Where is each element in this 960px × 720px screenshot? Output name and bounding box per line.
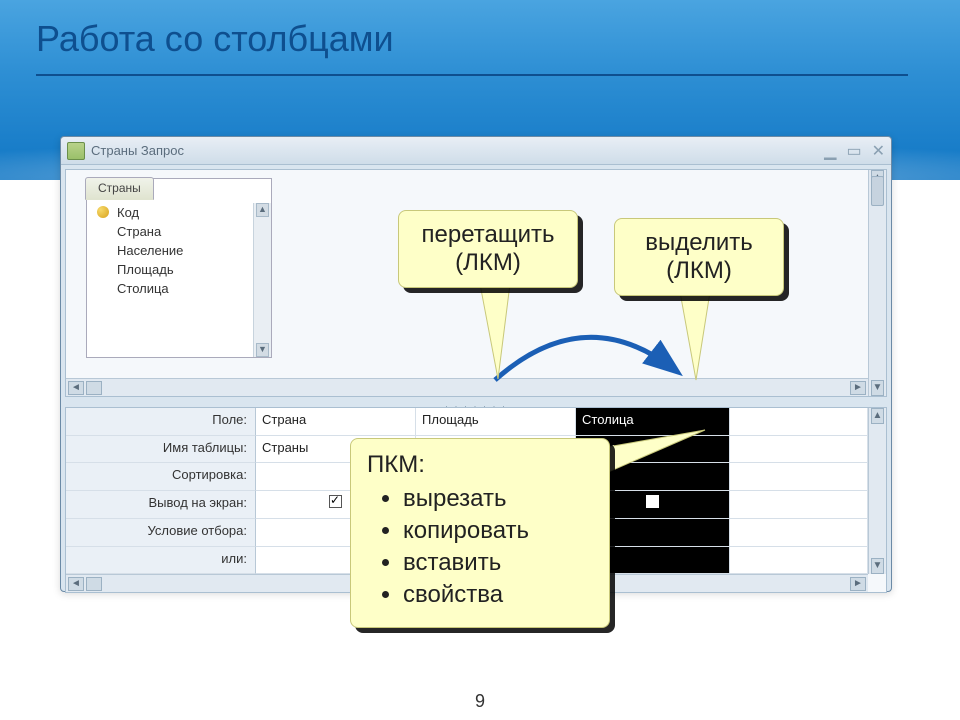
grid-row-label: Сортировка: bbox=[66, 463, 256, 491]
titlebar: Страны Запрос ▁ ▭ ✕ bbox=[61, 137, 891, 165]
callout-text: (ЛКМ) bbox=[417, 249, 559, 277]
callout-text: перетащить bbox=[417, 221, 559, 249]
scroll-down-icon[interactable]: ▼ bbox=[871, 380, 884, 396]
grid-cell-empty[interactable] bbox=[730, 408, 868, 436]
table-source-tab[interactable]: Страны bbox=[85, 177, 154, 200]
grid-cell-empty[interactable] bbox=[730, 491, 868, 520]
callout-context-menu: ПКМ: вырезать копировать вставить свойст… bbox=[350, 438, 610, 628]
pane-vertical-scrollbar[interactable]: ▲ ▼ bbox=[868, 170, 886, 396]
scroll-left-icon[interactable]: ◄ bbox=[68, 577, 84, 591]
scroll-right-icon[interactable]: ► bbox=[850, 381, 866, 395]
callout-menu-item: вставить bbox=[403, 547, 593, 579]
callout-text: выделить bbox=[633, 229, 765, 257]
field-item[interactable]: Столица bbox=[93, 279, 249, 298]
scroll-down-icon[interactable]: ▼ bbox=[256, 343, 269, 357]
field-item-key[interactable]: Код bbox=[93, 203, 249, 222]
window-icon bbox=[67, 142, 85, 160]
grid-cell-field[interactable]: Страна bbox=[256, 408, 416, 436]
scroll-track-icon[interactable] bbox=[86, 577, 102, 591]
grid-cell-empty[interactable] bbox=[730, 436, 868, 464]
field-item[interactable]: Страна bbox=[93, 222, 249, 241]
grid-vertical-scrollbar[interactable]: ▲ ▼ bbox=[868, 408, 886, 574]
maximize-button[interactable]: ▭ bbox=[846, 141, 861, 161]
callout-pointer-icon bbox=[480, 284, 520, 384]
grid-cell-empty[interactable] bbox=[730, 547, 868, 575]
grid-row-label: Условие отбора: bbox=[66, 519, 256, 547]
callout-drag: перетащить (ЛКМ) bbox=[398, 210, 578, 288]
grid-cell-empty[interactable] bbox=[730, 519, 868, 547]
callout-menu-item: копировать bbox=[403, 515, 593, 547]
minimize-button[interactable]: ▁ bbox=[824, 141, 836, 161]
grid-row-label: или: bbox=[66, 547, 256, 575]
table-source-box[interactable]: Страны Код Страна Население Площадь Стол… bbox=[86, 178, 272, 358]
callout-text: (ЛКМ) bbox=[633, 257, 765, 285]
grid-row-label: Поле: bbox=[66, 408, 256, 436]
field-item[interactable]: Население bbox=[93, 241, 249, 260]
grid-cell-empty[interactable] bbox=[730, 463, 868, 491]
scroll-up-icon[interactable]: ▲ bbox=[871, 408, 884, 424]
callout-menu-item: свойства bbox=[403, 579, 593, 611]
callout-pointer-icon bbox=[680, 292, 720, 384]
callout-select: выделить (ЛКМ) bbox=[614, 218, 784, 296]
scroll-left-icon[interactable]: ◄ bbox=[68, 381, 84, 395]
scroll-thumb[interactable] bbox=[871, 176, 884, 206]
scroll-up-icon[interactable]: ▲ bbox=[256, 203, 269, 217]
slide-title: Работа со столбцами bbox=[36, 18, 394, 60]
scroll-down-icon[interactable]: ▼ bbox=[871, 558, 884, 574]
page-number: 9 bbox=[0, 691, 960, 712]
slide-divider bbox=[36, 74, 908, 76]
field-item[interactable]: Площадь bbox=[93, 260, 249, 279]
field-list-scrollbar[interactable]: ▲ ▼ bbox=[253, 203, 271, 357]
close-button[interactable]: ✕ bbox=[872, 141, 885, 161]
callout-heading: ПКМ: bbox=[367, 451, 593, 479]
window-title: Страны Запрос bbox=[91, 143, 184, 158]
scroll-right-icon[interactable]: ► bbox=[850, 577, 866, 591]
field-list: Код Страна Население Площадь Столица bbox=[93, 203, 249, 353]
grid-row-label: Имя таблицы: bbox=[66, 436, 256, 464]
callout-menu-item: вырезать bbox=[403, 483, 593, 515]
grid-cell-field[interactable]: Площадь bbox=[416, 408, 576, 436]
grid-row-label: Вывод на экран: bbox=[66, 491, 256, 520]
checkbox-icon[interactable] bbox=[329, 495, 342, 508]
scroll-track-icon[interactable] bbox=[86, 381, 102, 395]
